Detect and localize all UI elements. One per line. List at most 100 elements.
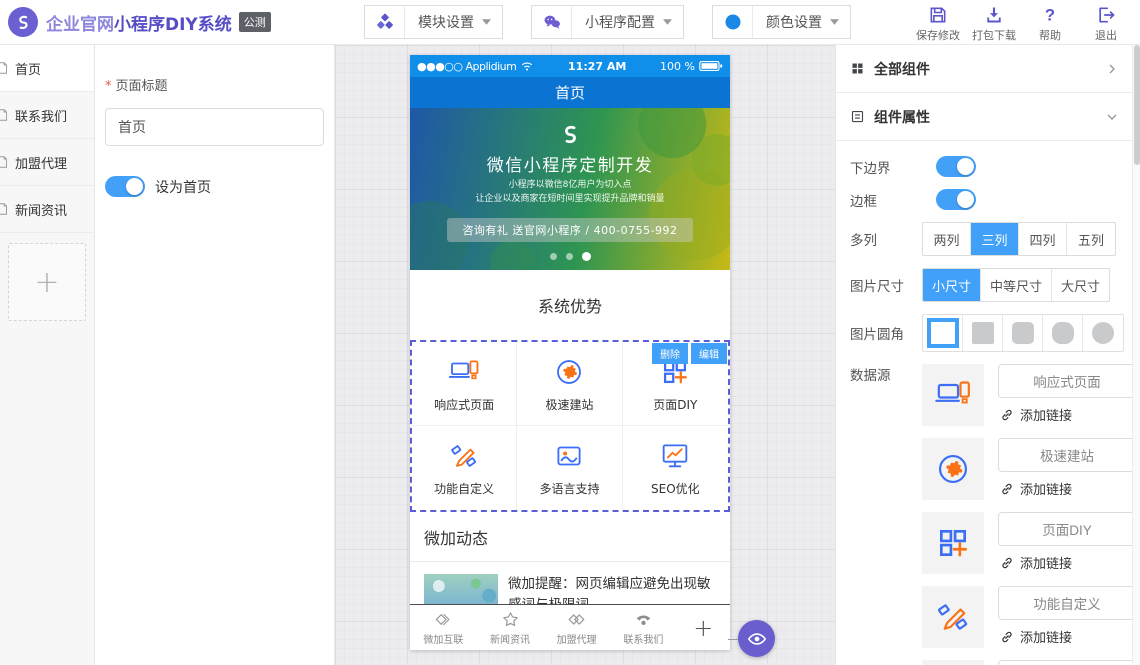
- exit-button[interactable]: 退出: [1078, 5, 1134, 43]
- feature-cell-responsive[interactable]: 响应式页面: [412, 342, 517, 426]
- data-source-icon-tile: [922, 364, 984, 426]
- carrier-text: ●●●○○ Applidium: [417, 60, 516, 73]
- tab-contact[interactable]: 联系我们: [610, 610, 677, 646]
- page-icon: [0, 61, 10, 75]
- sidebar-item-home[interactable]: 首页: [0, 45, 94, 92]
- data-source-title-input[interactable]: [998, 660, 1136, 665]
- sidebar-item-agency[interactable]: 加盟代理: [0, 139, 94, 186]
- data-source-title-input[interactable]: [998, 512, 1136, 546]
- image-radius-options: [922, 314, 1124, 352]
- prop-border: 边框: [850, 189, 1140, 210]
- link-icon: [1000, 482, 1014, 496]
- image-size-small-selected[interactable]: 小尺寸: [923, 269, 981, 301]
- feature-cell-multi-lang[interactable]: 多语言支持: [517, 426, 622, 510]
- exit-icon: [1096, 5, 1116, 25]
- color-settings-button[interactable]: 颜色设置: [712, 5, 851, 39]
- save-button[interactable]: 保存修改: [910, 5, 966, 43]
- add-link-button[interactable]: 添加链接: [998, 553, 1136, 572]
- multi-lang-icon: [552, 439, 586, 473]
- battery-percent: 100 %: [660, 60, 695, 73]
- page-title-input[interactable]: [105, 108, 324, 146]
- columns-option-4[interactable]: 四列: [1019, 223, 1067, 255]
- delete-module-button[interactable]: 删除: [652, 343, 688, 364]
- required-mark: *: [105, 79, 112, 94]
- weijia-logo-icon: [557, 121, 583, 147]
- tab-news[interactable]: 新闻资讯: [477, 610, 544, 646]
- hero-banner-module[interactable]: 微信小程序定制开发 小程序以微信8亿用户为切入点 让企业以及商家在短时间里实现提…: [410, 108, 730, 270]
- wifi-icon: [520, 60, 534, 72]
- radius-option-4[interactable]: [1083, 315, 1123, 351]
- all-components-header[interactable]: 全部组件: [836, 45, 1140, 93]
- module-settings-button[interactable]: 模块设置: [364, 5, 503, 39]
- image-size-segmented-control: 小尺寸 中等尺寸 大尺寸: [922, 268, 1110, 302]
- phone-icon: [634, 610, 653, 629]
- data-source-icon-tile: [922, 660, 984, 665]
- tab-agency[interactable]: 加盟代理: [543, 610, 610, 646]
- columns-option-5[interactable]: 五列: [1067, 223, 1115, 255]
- page-title-label: *页面标题: [105, 75, 324, 94]
- selected-feature-grid-module[interactable]: 删除 编辑 响应式页面 极速建站 页面DIY: [410, 340, 730, 512]
- carousel-dot-active[interactable]: [582, 252, 591, 261]
- data-source-icon-tile: [922, 586, 984, 648]
- feature-cell-custom-func[interactable]: 功能自定义: [412, 426, 517, 510]
- border-toggle[interactable]: [936, 189, 976, 210]
- tab-weijia[interactable]: 微加互联: [410, 610, 477, 646]
- feature-grid: 响应式页面 极速建站 页面DIY 功能自定义: [412, 342, 728, 510]
- bottom-border-toggle[interactable]: [936, 156, 976, 177]
- custom-func-icon: [447, 439, 481, 473]
- hero-subline: 小程序以微信8亿用户为切入点 让企业以及商家在短时间里实现提升品牌和销量: [410, 179, 730, 207]
- page-icon: [0, 202, 10, 216]
- help-button[interactable]: ? 帮助: [1022, 5, 1078, 43]
- carousel-dot[interactable]: [566, 253, 573, 260]
- page-settings-panel: *页面标题 设为首页: [95, 45, 335, 665]
- link-icon: [1000, 556, 1014, 570]
- hero-cta-button[interactable]: 咨询有礼 送官网小程序 / 400-0755-992: [447, 218, 692, 242]
- radius-option-3[interactable]: [1043, 315, 1083, 351]
- section-title-advantages[interactable]: 系统优势: [410, 270, 730, 340]
- link-icon: [1000, 630, 1014, 644]
- tab-add-button[interactable]: +: [677, 614, 730, 642]
- columns-option-2[interactable]: 两列: [923, 223, 971, 255]
- image-size-large[interactable]: 大尺寸: [1052, 269, 1109, 301]
- section-title-news[interactable]: 微加动态: [410, 512, 730, 562]
- image-size-medium[interactable]: 中等尺寸: [981, 269, 1052, 301]
- columns-option-3-selected[interactable]: 三列: [971, 223, 1019, 255]
- radius-option-2[interactable]: [1003, 315, 1043, 351]
- custom-func-icon: [933, 597, 973, 637]
- seo-icon: [658, 439, 692, 473]
- radius-option-1[interactable]: [963, 315, 1003, 351]
- component-props-header[interactable]: 组件属性: [836, 93, 1140, 141]
- edit-module-button[interactable]: 编辑: [691, 343, 727, 364]
- components-grid-icon: [850, 61, 865, 76]
- sidebar-item-contact[interactable]: 联系我们: [0, 92, 94, 139]
- fast-build-icon: [552, 355, 586, 389]
- status-time: 11:27 AM: [538, 60, 656, 73]
- weijia-logo-icon: [13, 12, 33, 32]
- data-source-title-input[interactable]: [998, 586, 1136, 620]
- phone-tab-bar: 微加互联 新闻资讯 加盟代理 联系我们 +: [410, 604, 730, 650]
- caret-down-icon: [663, 19, 672, 25]
- inspector-scrollbar: [1132, 45, 1140, 665]
- prop-bottom-border: 下边界: [850, 156, 1140, 177]
- add-page-button[interactable]: +: [8, 243, 86, 321]
- carousel-dot[interactable]: [550, 253, 557, 260]
- set-home-toggle[interactable]: [105, 176, 145, 197]
- miniprogram-config-button[interactable]: 小程序配置: [531, 5, 684, 39]
- download-button[interactable]: 打包下载: [966, 5, 1022, 43]
- hero-headline: 微信小程序定制开发: [410, 151, 730, 176]
- add-link-button[interactable]: 添加链接: [998, 627, 1136, 646]
- sidebar-item-news[interactable]: 新闻资讯: [0, 186, 94, 233]
- page-icon: [0, 108, 10, 122]
- add-link-button[interactable]: 添加链接: [998, 479, 1136, 498]
- preview-eye-button[interactable]: [738, 620, 775, 657]
- data-source-title-input[interactable]: [998, 364, 1136, 398]
- radius-option-0-selected[interactable]: [923, 315, 963, 351]
- feature-cell-fast-build[interactable]: 极速建站: [517, 342, 622, 426]
- add-link-button[interactable]: 添加链接: [998, 405, 1136, 424]
- scrollbar-thumb[interactable]: [1134, 45, 1140, 165]
- data-source-title-input[interactable]: [998, 438, 1136, 472]
- feature-cell-seo[interactable]: SEO优化: [623, 426, 728, 510]
- svg-text:?: ?: [1045, 5, 1055, 24]
- props-panel: 下边界 边框 多列 两列 三列 四列 五列 图片尺寸 小尺寸: [836, 141, 1140, 665]
- columns-segmented-control: 两列 三列 四列 五列: [922, 222, 1116, 256]
